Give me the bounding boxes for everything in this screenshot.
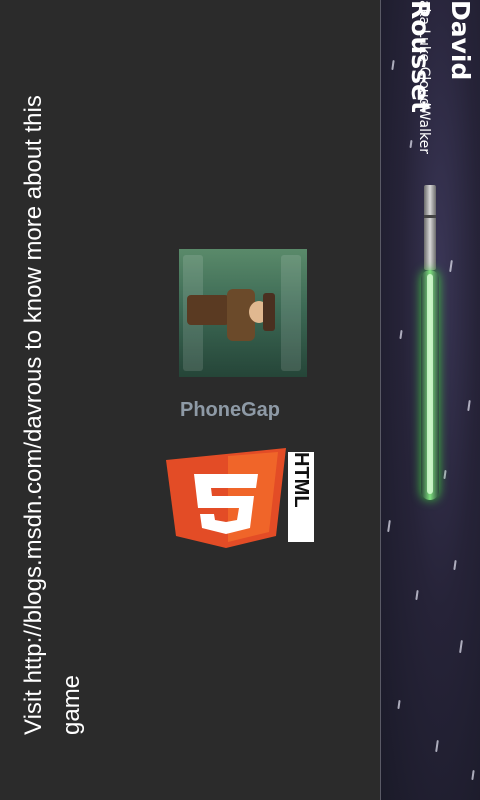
adventurer-character-icon — [179, 249, 307, 377]
star-streak — [471, 769, 475, 781]
star-streak — [399, 329, 403, 340]
html5-shield-icon — [166, 448, 286, 548]
stone-column — [281, 255, 301, 371]
star-streak — [449, 259, 453, 273]
html5-label: HTML — [288, 452, 314, 542]
visit-blog-message: Visit http://blogs.msdn.com/davrous to k… — [20, 95, 85, 735]
character-hat — [263, 293, 275, 331]
star-streak — [453, 559, 457, 571]
page-title: David Rousset — [406, 0, 475, 113]
star-streak — [391, 59, 395, 71]
html5-five-glyph — [194, 474, 258, 534]
star-streak — [415, 589, 419, 601]
star-streak — [435, 739, 439, 753]
star-streak — [443, 469, 447, 480]
character-legs — [187, 295, 229, 325]
phonegap-logo: PhoneGap — [180, 399, 281, 421]
page-subtitle: aka Luke CloudWalker — [416, 0, 432, 154]
star-streak — [397, 699, 401, 710]
lightsaber-blade — [421, 270, 439, 500]
banner-divider — [380, 0, 381, 800]
star-streak — [467, 399, 471, 412]
lightsaber-hilt — [424, 185, 436, 270]
star-streak — [459, 639, 463, 654]
lightsaber-icon — [418, 185, 442, 505]
star-streak — [387, 519, 391, 533]
